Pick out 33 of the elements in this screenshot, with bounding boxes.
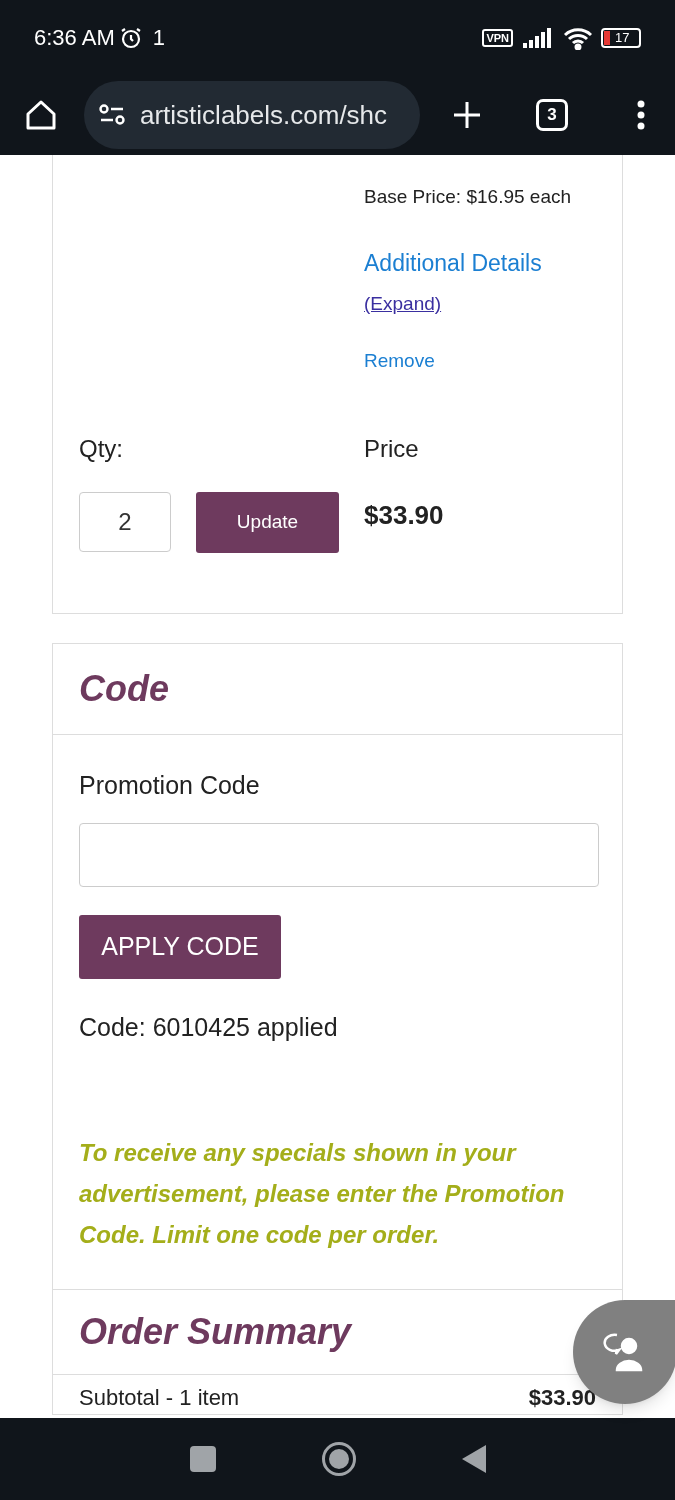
home-nav-button[interactable] bbox=[321, 1442, 356, 1476]
back-button[interactable] bbox=[461, 1445, 486, 1473]
vpn-badge: VPN bbox=[482, 28, 513, 47]
qty-label: Qty: bbox=[79, 434, 123, 464]
base-price: Base Price: $16.95 each bbox=[364, 185, 572, 209]
remove-link[interactable]: Remove bbox=[364, 346, 435, 375]
price-label: Price bbox=[364, 434, 419, 464]
update-button[interactable]: Update bbox=[196, 492, 339, 553]
battery-level: 17 bbox=[615, 31, 630, 44]
menu-button[interactable] bbox=[636, 100, 646, 130]
apply-code-button[interactable]: APPLY CODE bbox=[79, 914, 281, 979]
qty-field[interactable]: 2 bbox=[79, 492, 171, 552]
additional-details-link[interactable]: Additional Details bbox=[364, 245, 542, 280]
code-heading: Code bbox=[79, 667, 169, 711]
site-settings-icon[interactable] bbox=[98, 103, 126, 127]
subtotal-value: $33.90 bbox=[528, 1384, 596, 1412]
signal-icon bbox=[523, 27, 553, 48]
status-time: 6:36 AM bbox=[34, 24, 115, 52]
home-button[interactable] bbox=[24, 98, 58, 132]
promotion-note: To receive any specials shown in your advertisement, please enter the Promotion Code. Limit one code per order. bbox=[79, 1138, 566, 1250]
subtotal-label: Subtotal - 1 item bbox=[79, 1384, 240, 1412]
promotion-code-label: Promotion Code bbox=[79, 770, 260, 801]
expand-link[interactable]: (Expand) bbox=[364, 290, 442, 319]
code-applied-message: Code: 6010425 applied bbox=[79, 1011, 338, 1043]
url-text[interactable]: artisticlabels.com/shc bbox=[140, 95, 388, 135]
tab-switcher-button[interactable]: 3 bbox=[536, 99, 568, 131]
wifi-icon bbox=[563, 25, 593, 50]
notification-count: 1 bbox=[152, 24, 165, 52]
promotion-code-field[interactable] bbox=[79, 822, 599, 887]
address-bar[interactable]: artisticlabels.com/shc bbox=[84, 81, 420, 149]
order-summary-heading: Order Summary bbox=[79, 1310, 352, 1354]
item-price: $33.90 bbox=[364, 499, 444, 532]
recents-button[interactable] bbox=[189, 1446, 216, 1472]
